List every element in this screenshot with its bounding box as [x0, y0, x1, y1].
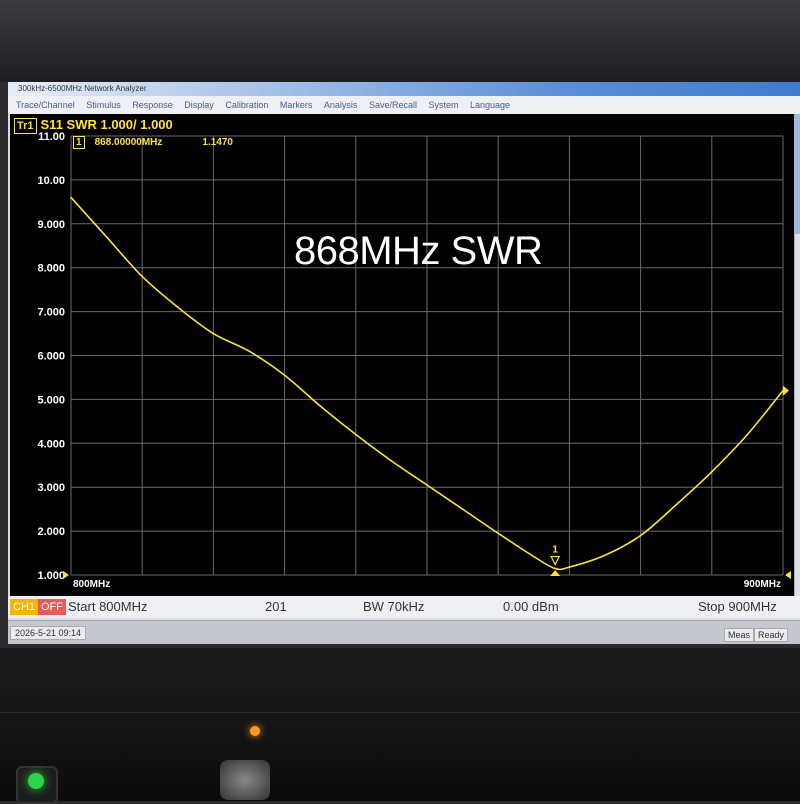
swr-data-point	[554, 567, 556, 570]
y-tick-label: 10.00	[37, 175, 65, 187]
side-softkey-active[interactable]	[794, 114, 800, 234]
swr-data-point	[497, 532, 500, 535]
menu-bar: Trace/Channel Stimulus Response Display …	[8, 96, 800, 115]
marker-id: 1	[73, 136, 85, 149]
marker-readout: 1 868.00000MHz 1.1470	[73, 136, 233, 150]
y-tick-label: 9.000	[37, 219, 65, 231]
trace-text: S11 SWR 1.000/ 1.000	[40, 117, 173, 132]
menu-stimulus[interactable]: Stimulus	[86, 100, 121, 110]
menu-calibration[interactable]: Calibration	[225, 100, 268, 110]
marker-value: 1.1470	[202, 137, 233, 148]
swr-chart-svg: 11.0010.009.0008.0007.0006.0005.0004.000…	[37, 131, 791, 590]
status-led-icon	[250, 726, 260, 736]
status-bar: CH1 OFF Start 800MHz 201 BW 70kHz 0.00 d…	[8, 596, 800, 618]
y-tick-label: 2.000	[37, 526, 65, 538]
swr-data-point	[675, 503, 677, 506]
menu-trace-channel[interactable]: Trace/Channel	[16, 100, 75, 110]
x-tick-label: 900MHz	[744, 579, 781, 590]
menu-markers[interactable]: Markers	[280, 100, 313, 110]
swr-data-point	[461, 508, 464, 510]
trace-label[interactable]: Tr1 S11 SWR 1.000/ 1.000	[14, 116, 173, 134]
swr-data-point	[105, 236, 108, 238]
trace-badge: Tr1	[14, 118, 37, 134]
marker-axis-indicator	[550, 570, 561, 576]
menu-response[interactable]: Response	[132, 100, 173, 110]
analyzer-screen: 300kHz-6500MHz Network Analyzer Trace/Ch…	[8, 82, 800, 644]
marker-number-label: 1	[552, 545, 558, 556]
reference-level-arrow	[785, 571, 791, 579]
meas-indicator: Meas	[724, 628, 755, 642]
power-button[interactable]	[16, 766, 58, 804]
menu-display[interactable]: Display	[184, 100, 214, 110]
monitor-bezel-top	[0, 0, 800, 82]
y-tick-label: 8.000	[37, 263, 65, 275]
ready-indicator: Ready	[754, 628, 789, 642]
swr-plot[interactable]: 11.00 10.00 9.000 8.000 7.000 6.000 5.000 4.000…	[10, 114, 794, 596]
y-tick-label: 3.000	[37, 482, 65, 494]
swr-data-point	[426, 484, 428, 486]
if-bandwidth[interactable]: BW 70kHz	[363, 596, 424, 618]
stop-frequency[interactable]: Stop 900MHz	[698, 596, 777, 618]
window-title: 300kHz-6500MHz Network Analyzer	[8, 82, 800, 96]
swr-data-point	[212, 332, 215, 335]
menu-system[interactable]: System	[428, 100, 458, 110]
y-tick-label: 5.000	[37, 394, 65, 406]
bottom-info-bar: 2026-5-21 09:14 Meas Ready	[8, 620, 800, 644]
rf-connector-icon	[220, 760, 270, 800]
menu-save-recall[interactable]: Save/Recall	[369, 100, 417, 110]
y-tick-label: 1.000	[37, 570, 65, 582]
swr-data-point	[141, 275, 143, 278]
overlay-caption: 868MHz SWR	[294, 229, 543, 273]
swr-data-point	[568, 566, 571, 568]
y-tick-label: 7.000	[37, 307, 65, 319]
instrument-front-panel	[0, 712, 800, 801]
swr-data-point	[639, 534, 642, 537]
swr-data-point	[711, 471, 713, 473]
swr-data-point	[70, 196, 72, 199]
swr-data-point	[355, 433, 357, 436]
marker-frequency: 868.00000MHz	[94, 137, 163, 148]
power-state-badge[interactable]: OFF	[38, 599, 66, 615]
swr-data-point	[390, 460, 393, 462]
y-tick-label: 4.000	[37, 438, 65, 450]
channel-badge[interactable]: CH1	[10, 599, 39, 615]
sweep-points[interactable]: 201	[265, 596, 287, 618]
swr-data-point	[319, 405, 322, 407]
start-frequency[interactable]: Start 800MHz	[68, 596, 147, 618]
source-power[interactable]: 0.00 dBm	[503, 596, 559, 618]
power-icon	[28, 773, 44, 789]
swr-data-point	[604, 554, 606, 557]
swr-data-point	[248, 350, 250, 352]
swr-data-point	[177, 306, 179, 309]
swr-data-point	[283, 374, 286, 377]
x-tick-label: 800MHz	[73, 579, 110, 590]
reference-level-arrow	[63, 571, 69, 579]
datetime: 2026-5-21 09:14	[10, 626, 87, 640]
y-tick-label: 6.000	[37, 351, 65, 363]
swr-data-point	[533, 555, 535, 558]
swr-data-point	[746, 433, 749, 436]
menu-analysis[interactable]: Analysis	[324, 100, 358, 110]
trace-end-marker	[783, 385, 789, 396]
marker-triangle-icon	[550, 555, 561, 566]
menu-language[interactable]: Language	[470, 100, 510, 110]
